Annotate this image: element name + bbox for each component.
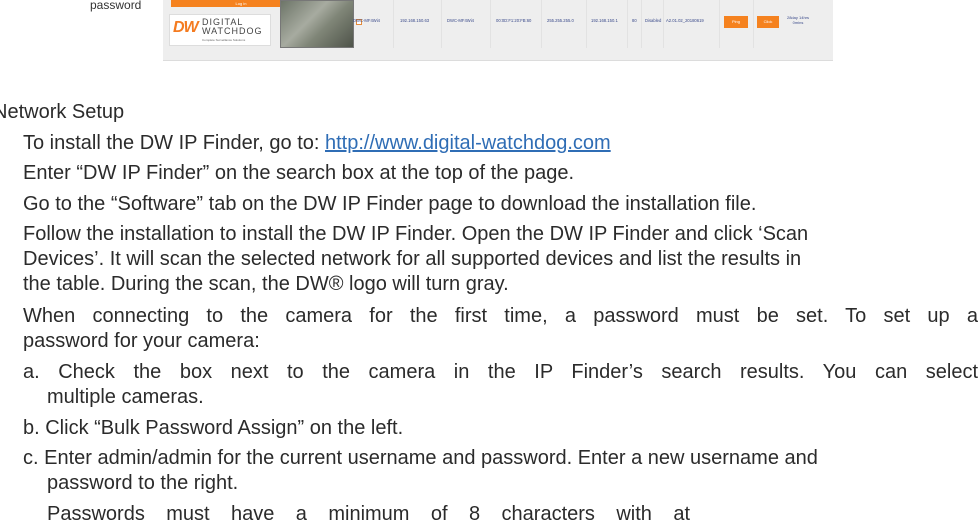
uptime-line-2: 0mins (792, 20, 804, 25)
cell-model: DWC-MF4Wi4 (353, 18, 380, 23)
cell-dhcp: Disabled (645, 18, 662, 23)
step-4-line-3: the table. During the scan, the DW® logo… (23, 273, 509, 295)
column-divider (663, 0, 664, 48)
cell-name: DWC-MF4Wi4 (447, 18, 474, 23)
camera-table-row: DWC-MF4Wi4 192.168.150.63 DWC-MF4Wi4 00:… (163, 0, 833, 48)
column-divider (541, 0, 542, 48)
click-button: Click (757, 16, 779, 28)
column-divider (719, 0, 720, 48)
column-divider (753, 0, 754, 48)
cell-gateway: 192.168.150.1 (591, 18, 618, 23)
column-divider (586, 0, 587, 48)
website-link[interactable]: http://www.digital-watchdog.com (325, 132, 611, 154)
step-3-marker: . (0, 192, 2, 215)
column-divider (490, 0, 491, 48)
substep-c-line-1: c. Enter admin/admin for the current use… (23, 447, 818, 469)
column-divider (441, 0, 442, 48)
substep-a-line-2: multiple cameras. (47, 386, 204, 408)
step-5-marker: . (0, 304, 2, 327)
step-5-line-1: When connecting to the camera for the fi… (23, 305, 978, 327)
step-3: Go to the “Software” tab on the DW IP Fi… (23, 193, 757, 215)
cell-uptime: 28day 14hrs 0mins (783, 15, 813, 25)
substep-c-line-2: password to the right. (47, 472, 239, 494)
cell-ip: 192.168.150.63 (400, 18, 430, 23)
step-4-marker: . (0, 222, 2, 245)
section-heading: Network Setup (0, 101, 125, 123)
substep-a-line-1: a. Check the box next to the camera in t… (23, 361, 978, 383)
step-2: Enter “DW IP Finder” on the search box a… (23, 162, 575, 184)
step-4-line-1: Follow the installation to install the D… (23, 223, 809, 245)
cell-mac: 00:0D:F1:20:FB:60 (496, 18, 532, 23)
screenshot-caption: password (90, 0, 142, 12)
cell-port: 80 (632, 18, 637, 23)
step-2-marker: . (0, 161, 2, 184)
column-divider (627, 0, 628, 48)
column-divider (393, 0, 394, 48)
substep-b: b. Click “Bulk Password Assign” on the l… (23, 417, 404, 439)
step-4-line-2: Devices’. It will scan the selected netw… (23, 248, 802, 270)
ip-finder-screenshot: Log in DW DIGITAL WATCHDOG Complete Surve… (163, 0, 833, 61)
cell-firmware: A2.01.02_20180619 (666, 18, 704, 23)
step-1: To install the DW IP Finder, go to: http… (23, 131, 611, 156)
password-note: Passwords must have a minimum of 8 chara… (47, 503, 690, 525)
ping-button: Ping (724, 16, 748, 28)
step-5-line-2: password for your camera: (23, 330, 260, 352)
cell-subnet: 255.255.255.0 (547, 18, 574, 23)
step-1-text: To install the DW IP Finder, go to: (23, 132, 325, 154)
column-divider (641, 0, 642, 48)
